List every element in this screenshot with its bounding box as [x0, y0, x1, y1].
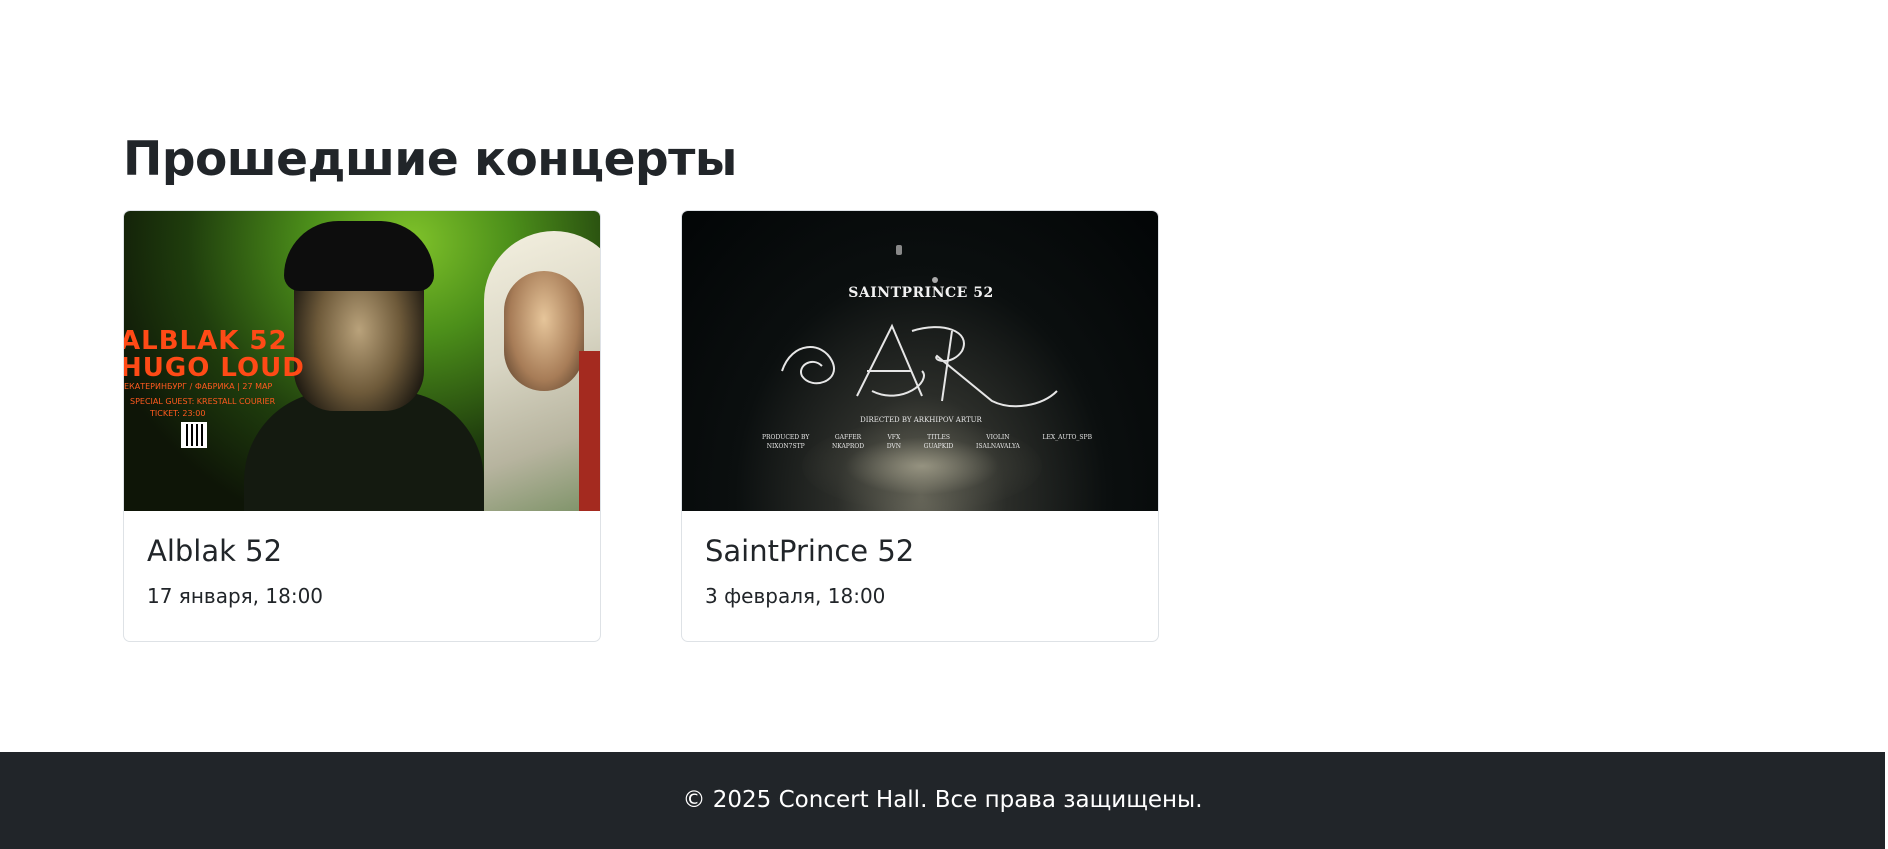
stage-light-icon: [932, 277, 938, 283]
concert-poster-image[interactable]: SAINTPRINCE 52 DIRECTED BY ARKHIPOV ARTU…: [682, 211, 1158, 511]
poster-figure-hat: [284, 221, 434, 291]
poster-credit: VIOLIN ISALNAVALYA: [976, 434, 1020, 450]
poster-credits: PRODUCED BY NIXON7STP GAFFER NKAPROD VFX DV…: [762, 433, 1092, 451]
concert-cards: ALBLAK 52 HUGO LOUD ЕКАТЕРИНБУРГ / ФАБРИ…: [123, 210, 1223, 644]
concert-title: Alblak 52: [147, 534, 283, 568]
page: Прошедшие концерты ALBLAK 52 HUGO LOUD Е…: [0, 0, 1888, 849]
past-concerts-section: Прошедшие концерты ALBLAK 52 HUGO LOUD Е…: [123, 128, 1223, 642]
poster-credit: LEX_AUTO_SPB: [1042, 434, 1092, 441]
stage-light-icon: [896, 245, 902, 255]
poster-credit: PRODUCED BY NIXON7STP: [762, 434, 810, 450]
poster-text-line1: ALBLAK 52: [124, 326, 288, 356]
poster-text-line4: SPECIAL GUEST: KRESTALL COURIER: [130, 397, 276, 406]
poster-credit: TITLES GUAPKID: [923, 434, 954, 450]
concert-poster-image[interactable]: ALBLAK 52 HUGO LOUD ЕКАТЕРИНБУРГ / ФАБРИ…: [124, 211, 600, 511]
poster-title: SAINTPRINCE 52: [848, 285, 994, 301]
card-body: Alblak 52 17 января, 18:00: [147, 533, 323, 609]
concert-card-saintprince[interactable]: SAINTPRINCE 52 DIRECTED BY ARKHIPOV ARTU…: [681, 210, 1159, 642]
poster-text-line3: ЕКАТЕРИНБУРГ / ФАБРИКА | 27 МАР: [124, 382, 273, 391]
poster-background: SAINTPRINCE 52 DIRECTED BY ARKHIPOV ARTU…: [682, 211, 1158, 511]
poster-text-line5: TICKET: 23:00: [150, 409, 206, 418]
poster-red-cloth: [579, 351, 600, 511]
poster-credit: VFX DVN: [886, 434, 902, 450]
concert-date: 3 февраля, 18:00: [705, 584, 886, 608]
ar-logo-icon: [781, 323, 1058, 408]
concert-date: 17 января, 18:00: [147, 584, 324, 608]
poster-directed: DIRECTED BY ARKHIPOV ARTUR: [860, 416, 982, 424]
poster-text-line2: HUGO LOUD: [124, 353, 305, 383]
poster-background: ALBLAK 52 HUGO LOUD ЕКАТЕРИНБУРГ / ФАБРИ…: [124, 211, 600, 511]
footer-copyright: © 2025 Concert Hall. Все права защищены.: [682, 787, 1203, 813]
card-body: SaintPrince 52 3 февраля, 18:00: [705, 533, 914, 609]
footer: © 2025 Concert Hall. Все права защищены.: [0, 752, 1885, 849]
concert-title: SaintPrince 52: [705, 534, 915, 568]
poster-credit: GAFFER NKAPROD: [831, 434, 865, 450]
concert-card-alblak[interactable]: ALBLAK 52 HUGO LOUD ЕКАТЕРИНБУРГ / ФАБРИ…: [123, 210, 601, 642]
poster-figure-face: [504, 271, 584, 391]
qr-code-icon: [181, 422, 207, 448]
section-title: Прошедшие концерты: [123, 132, 737, 187]
